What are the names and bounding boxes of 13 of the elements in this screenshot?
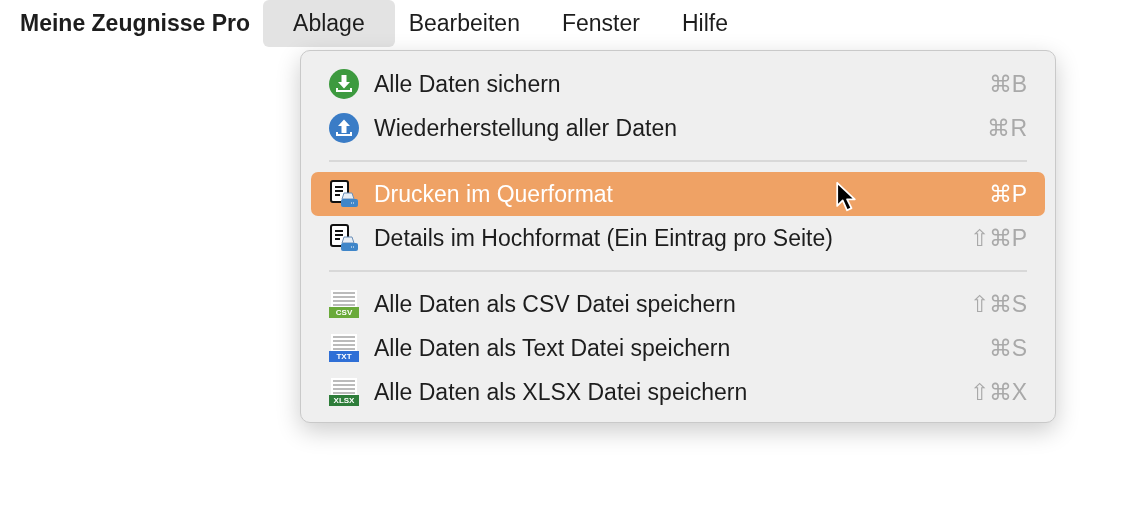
menu-item[interactable]: Alle Daten sichern ⌘B xyxy=(311,62,1045,106)
printer-document-icon xyxy=(329,179,359,209)
menu-item[interactable]: XLSX Alle Daten als XLSX Datei speichern ⇧⌘X xyxy=(311,370,1045,414)
menu-title[interactable]: Fenster xyxy=(540,0,661,47)
menu-item[interactable]: Details im Hochformat (Ein Eintrag pro Seite) ⇧⌘P xyxy=(311,216,1045,260)
menu-title[interactable]: Hilfe xyxy=(660,0,749,47)
menu-item[interactable]: Wiederherstellung aller Daten ⌘R xyxy=(311,106,1045,150)
printer-document-icon xyxy=(329,223,359,253)
menu-item[interactable]: CSV Alle Daten als CSV Datei speichern ⇧⌘S xyxy=(311,282,1045,326)
app-name[interactable]: Meine Zeugnisse Pro xyxy=(20,10,251,37)
menu-title[interactable]: Ablage xyxy=(263,0,395,47)
mouse-pointer-icon xyxy=(835,180,857,212)
menu-item[interactable]: TXT Alle Daten als Text Datei speichern ⌘S xyxy=(311,326,1045,370)
